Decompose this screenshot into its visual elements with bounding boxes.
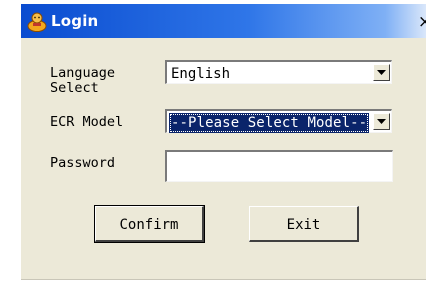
login-dialog: Login × Language Select English ECR Mode… <box>21 4 426 280</box>
ecr-model-dropdown-button[interactable] <box>373 113 390 130</box>
password-field[interactable] <box>165 150 393 182</box>
ecr-model-select[interactable]: --Please Select Model-- <box>165 109 392 133</box>
confirm-button[interactable]: Confirm <box>94 205 205 243</box>
confirm-button-label: Confirm <box>119 217 179 233</box>
close-button[interactable]: × <box>416 12 426 32</box>
user-keys-icon <box>27 10 47 32</box>
language-select-label: Language Select <box>50 65 116 96</box>
language-dropdown-button[interactable] <box>373 64 390 81</box>
exit-button[interactable]: Exit <box>249 206 359 242</box>
language-select-value: English <box>171 66 231 82</box>
chevron-down-icon <box>377 70 386 75</box>
window-title: Login <box>51 12 99 30</box>
ecr-model-label: ECR Model <box>50 114 124 130</box>
language-select[interactable]: English <box>165 60 392 84</box>
chevron-down-icon <box>377 119 386 124</box>
password-label: Password <box>50 155 116 171</box>
ecr-model-select-value: --Please Select Model-- <box>169 113 370 133</box>
title-bar[interactable]: Login × <box>21 4 426 38</box>
exit-button-label: Exit <box>286 217 321 233</box>
